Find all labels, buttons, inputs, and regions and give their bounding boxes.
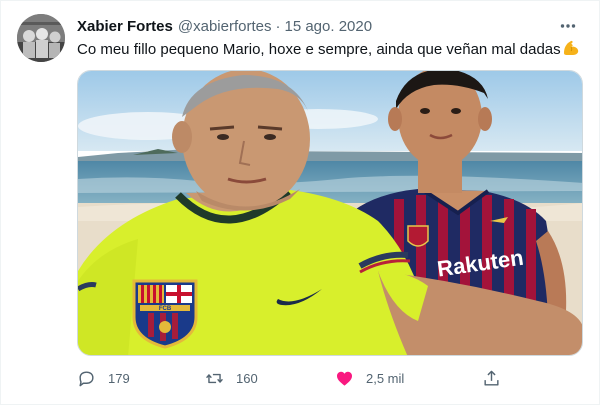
more-dots-icon [560, 24, 576, 28]
separator-dot: · [275, 17, 281, 35]
avatar[interactable] [17, 14, 65, 62]
tweet-text-body: Co meu fillo pequeno Mario, hoxe e sempr… [77, 41, 561, 58]
crest-letters: FCB [159, 306, 172, 312]
avatar-image [17, 14, 65, 62]
tweet-header: Xabier Fortes @xabierfortes · 15 ago. 20… [77, 16, 587, 36]
user-handle[interactable]: @xabierfortes [178, 18, 272, 35]
share-button[interactable] [482, 365, 501, 391]
display-name[interactable]: Xabier Fortes [77, 18, 173, 35]
reply-button[interactable]: 179 [77, 365, 130, 391]
heart-icon [336, 371, 353, 386]
reply-icon [79, 370, 94, 386]
share-icon [484, 370, 499, 386]
tweet-photo[interactable]: Rakuten FCB [77, 70, 583, 356]
retweet-count: 160 [236, 370, 258, 386]
fcb-crest: FCB [132, 279, 198, 349]
reply-count: 179 [108, 370, 130, 386]
retweet-button[interactable]: 160 [205, 365, 258, 391]
more-options-button[interactable] [557, 15, 579, 37]
tweet-card[interactable]: Xabier Fortes @xabierfortes · 15 ago. 20… [0, 0, 600, 405]
tweet-actions: 179 160 2,5 mil [77, 365, 517, 391]
like-count: 2,5 mil [366, 370, 405, 386]
retweet-icon [206, 373, 223, 383]
flexed-biceps-icon [562, 39, 580, 63]
like-button[interactable]: 2,5 mil [335, 365, 404, 391]
selfie-photo: Rakuten FCB [78, 71, 582, 355]
timestamp[interactable]: 15 ago. 2020 [284, 18, 372, 35]
tweet-text: Co meu fillo pequeno Mario, hoxe e sempr… [77, 39, 592, 63]
